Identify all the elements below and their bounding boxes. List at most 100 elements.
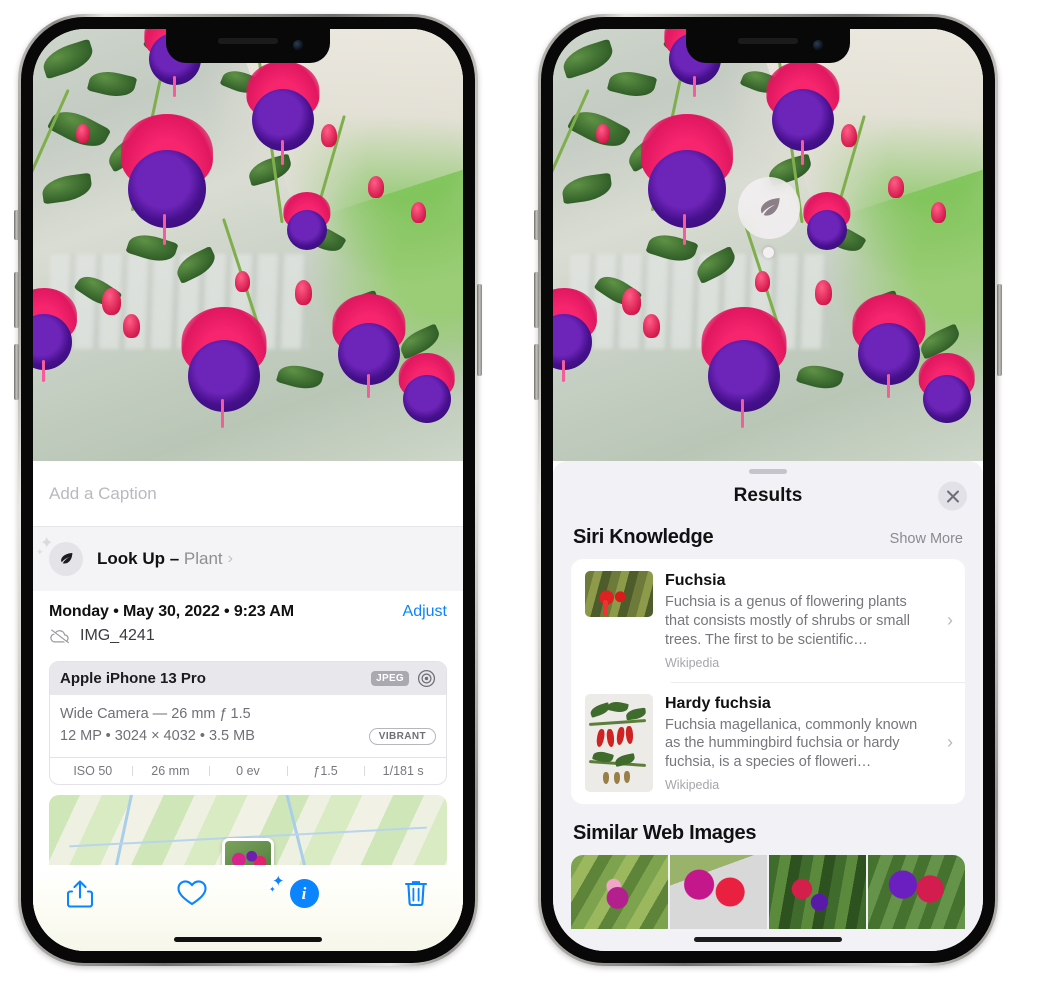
sparkle-small-icon: ✦ (269, 885, 276, 894)
photo-fuchsia-left[interactable] (33, 29, 463, 461)
list-item[interactable]: Hardy fuchsia Fuchsia magellanica, commo… (571, 681, 965, 805)
show-more-button[interactable]: Show More (890, 531, 963, 547)
web-image-thumbnail[interactable] (670, 855, 767, 930)
result-thumbnail (585, 693, 653, 792)
exif-stat-shutter: 1/181 s (364, 764, 442, 778)
heart-icon (177, 880, 207, 906)
photo-date: Monday • May 30, 2022 • 9:23 AM (49, 603, 294, 620)
leaf-icon (760, 198, 780, 216)
visual-look-up-badge[interactable] (738, 177, 800, 239)
info-sparkle-icon: i (289, 879, 319, 908)
list-item[interactable]: Fuchsia Fuchsia is a genus of flowering … (571, 559, 965, 682)
fuchsia-plant (33, 29, 463, 461)
chevron-right-icon: › (947, 609, 953, 630)
side-power-button[interactable] (997, 284, 1002, 376)
delete-button[interactable] (393, 879, 439, 907)
result-source: Wikipedia (665, 655, 720, 670)
cloud-slash-icon (49, 628, 71, 644)
sheet-header: Results (553, 474, 983, 518)
web-image-thumbnail[interactable] (868, 855, 965, 930)
silence-switch[interactable] (14, 210, 19, 240)
exif-body: Wide Camera — 26 mm ƒ 1.5 12 MP • 3024 ×… (50, 695, 446, 757)
photo-metadata-block: Monday • May 30, 2022 • 9:23 AM Adjust I… (33, 591, 463, 653)
silence-switch[interactable] (534, 210, 539, 240)
aperture-icon (417, 669, 436, 688)
map-river (110, 794, 134, 865)
result-source: Wikipedia (665, 778, 720, 793)
home-indicator[interactable] (174, 937, 322, 942)
fuchsia-plant (553, 29, 983, 461)
similar-web-images-header: Similar Web Images (553, 804, 983, 855)
section-title-similar-web-images: Similar Web Images (573, 822, 757, 845)
section-title-siri-knowledge: Siri Knowledge (573, 526, 714, 548)
earpiece-speaker (738, 38, 798, 44)
caption-placeholder[interactable]: Add a Caption (49, 484, 157, 504)
photo-filename: IMG_4241 (80, 627, 155, 644)
device-bezel: Results Siri Knowledge Show More Fuchsia… (541, 17, 995, 963)
favorite-button[interactable] (169, 879, 215, 907)
info-button[interactable]: ✦ ✦ i (269, 874, 327, 908)
siri-knowledge-list: Fuchsia Fuchsia is a genus of flowering … (571, 559, 965, 805)
result-thumbnail (585, 571, 653, 617)
device-bezel: Add a Caption ✦ ✦ Look Up – Plant › Mond… (21, 17, 475, 963)
photo-pin[interactable] (222, 838, 274, 865)
look-up-dash: – (165, 549, 184, 568)
result-title: Fuchsia (665, 572, 726, 589)
web-image-thumbnail[interactable] (571, 855, 668, 930)
results-sheet: Results Siri Knowledge Show More Fuchsia… (553, 461, 983, 951)
screen-right: Results Siri Knowledge Show More Fuchsia… (553, 29, 983, 951)
look-up-row[interactable]: ✦ ✦ Look Up – Plant › (33, 527, 463, 591)
exif-stats-row: ISO 50 26 mm 0 ev ƒ1.5 1/181 s (50, 756, 446, 784)
exif-stat-iso: ISO 50 (73, 763, 113, 778)
photo-fuchsia-right[interactable] (553, 29, 983, 461)
web-image-thumbnail[interactable] (769, 855, 866, 930)
share-button[interactable] (57, 879, 103, 909)
camera-device-name: Apple iPhone 13 Pro (60, 670, 206, 687)
caption-field-row[interactable]: Add a Caption (33, 461, 463, 527)
exif-lens-line: Wide Camera — 26 mm ƒ 1.5 (60, 706, 251, 722)
screenshot-stage: Add a Caption ✦ ✦ Look Up – Plant › Mond… (0, 0, 1055, 985)
sparkle-small-icon: ✦ (36, 547, 44, 557)
leaf-icon: ✦ ✦ (36, 536, 83, 576)
look-up-label: Look Up – Plant (97, 549, 223, 569)
volume-up-button[interactable] (14, 272, 19, 328)
siri-knowledge-header: Siri Knowledge Show More (553, 518, 983, 559)
result-description: Fuchsia is a genus of flowering plants t… (665, 594, 910, 648)
exif-stat-aperture: ƒ1.5 (286, 764, 365, 778)
close-icon (946, 490, 959, 502)
result-description: Fuchsia magellanica, commonly known as t… (665, 716, 918, 771)
volume-down-button[interactable] (534, 344, 539, 400)
look-up-subject: Plant (183, 549, 223, 568)
screen-left: Add a Caption ✦ ✦ Look Up – Plant › Mond… (33, 29, 463, 951)
location-map-thumbnail[interactable] (49, 794, 447, 865)
look-up-title: Look Up (97, 549, 165, 568)
exif-header: Apple iPhone 13 Pro JPEG (50, 662, 446, 695)
iphone-right: Results Siri Knowledge Show More Fuchsia… (534, 14, 1002, 966)
chevron-right-icon: › (947, 732, 953, 753)
result-title: Hardy fuchsia (665, 694, 771, 712)
visual-look-up-anchor-dot (763, 247, 774, 258)
close-button[interactable] (938, 481, 967, 511)
share-icon (67, 880, 93, 908)
sheet-title: Results (733, 485, 803, 506)
notch (686, 29, 850, 63)
front-camera-icon (293, 40, 304, 51)
photographic-style-badge: VIBRANT (368, 728, 436, 746)
chevron-right-icon: › (227, 550, 233, 567)
format-badge: JPEG (371, 671, 409, 686)
exif-size-line: 12 MP • 3024 × 4032 • 3.5 MB (60, 728, 255, 745)
map-river-2 (283, 794, 311, 865)
iphone-left: Add a Caption ✦ ✦ Look Up – Plant › Mond… (14, 14, 482, 966)
notch (166, 29, 330, 63)
exif-card: Apple iPhone 13 Pro JPEG Wide Camera — 2… (49, 661, 447, 785)
volume-down-button[interactable] (14, 344, 19, 400)
home-indicator[interactable] (694, 937, 842, 942)
front-camera-icon (813, 40, 824, 51)
exif-stat-ev: 0 ev (209, 764, 287, 778)
trash-icon (404, 881, 428, 907)
adjust-button[interactable]: Adjust (403, 603, 447, 621)
exif-stat-focal: 26 mm (131, 764, 210, 778)
volume-up-button[interactable] (534, 272, 539, 328)
similar-web-images-row (571, 855, 965, 930)
side-power-button[interactable] (477, 284, 482, 376)
